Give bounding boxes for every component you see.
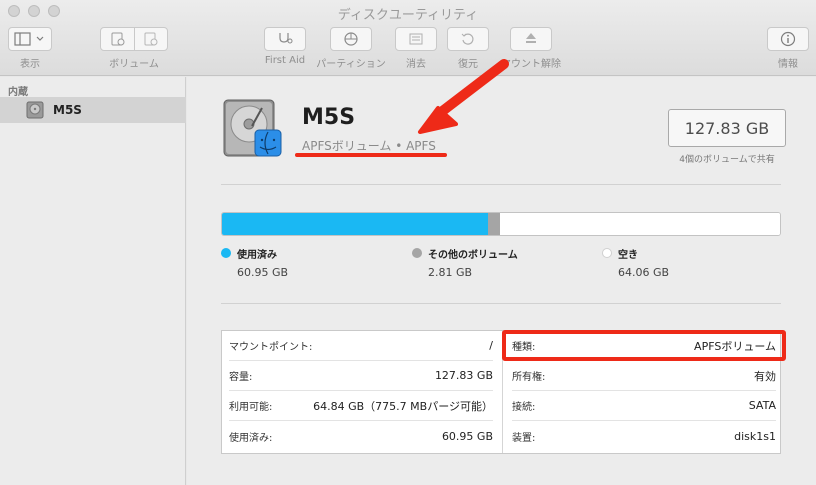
add-volume-button[interactable] bbox=[101, 28, 134, 50]
shared-note: 4個のボリュームで共有 bbox=[679, 155, 775, 165]
info-key: 容量: bbox=[229, 372, 253, 383]
divider-bottom bbox=[221, 303, 781, 304]
info-value: 有効 bbox=[754, 369, 776, 383]
info-label: 情報 bbox=[778, 59, 798, 70]
info-value: 60.95 GB bbox=[441, 429, 493, 443]
info-value: disk1s1 bbox=[734, 429, 776, 443]
info-row-right-2: 接続: SATA bbox=[512, 391, 776, 421]
divider-top bbox=[221, 184, 781, 185]
erase-button[interactable] bbox=[395, 27, 437, 51]
info-row-left-1: 容量: 127.83 GB bbox=[229, 361, 493, 391]
info-row-right-1: 所有権: 有効 bbox=[512, 361, 776, 391]
first-aid-button[interactable] bbox=[264, 27, 306, 51]
info-key: 接続: bbox=[512, 402, 536, 413]
volume-button-group bbox=[100, 27, 168, 51]
unmount-button[interactable] bbox=[510, 27, 552, 51]
legend-value: 2.81 GB bbox=[428, 266, 473, 279]
hard-disk-icon bbox=[26, 101, 44, 119]
window-title: ディスクユーティリティ bbox=[337, 8, 479, 23]
sidebar: 内蔵 M5S bbox=[0, 77, 186, 485]
eject-icon bbox=[526, 33, 536, 43]
info-value: 64.84 GB（775.7 MBパージ可能） bbox=[313, 399, 493, 413]
usage-bar bbox=[221, 212, 781, 236]
restore-button[interactable] bbox=[447, 27, 489, 51]
volume-label: ボリューム bbox=[109, 59, 159, 70]
legend-dot bbox=[221, 248, 231, 258]
volume-title: M5S bbox=[302, 105, 356, 130]
info-value: 127.83 GB bbox=[434, 369, 493, 382]
annotation-underline bbox=[295, 153, 447, 157]
partition-button[interactable] bbox=[330, 27, 372, 51]
sidebar-item-label: M5S bbox=[53, 103, 82, 117]
info-value: SATA bbox=[748, 399, 776, 412]
stethoscope-icon bbox=[279, 33, 293, 44]
volume-disk-icon bbox=[223, 99, 282, 157]
remove-volume-icon bbox=[144, 32, 158, 46]
usage-segment-2 bbox=[500, 213, 780, 235]
usage-segment-1 bbox=[488, 213, 500, 235]
add-volume-icon bbox=[111, 32, 124, 46]
sidebar-toggle-icon bbox=[14, 32, 44, 46]
restore-icon bbox=[461, 33, 474, 45]
info-value: / bbox=[489, 339, 493, 352]
info-row-right-3: 装置: disk1s1 bbox=[512, 421, 776, 451]
sidebar-item-m5s[interactable]: M5S bbox=[0, 97, 186, 123]
info-icon bbox=[780, 31, 796, 47]
info-key: 使用済み: bbox=[229, 432, 273, 444]
info-key: 利用可能: bbox=[229, 402, 273, 413]
partition-icon bbox=[344, 32, 358, 46]
sidebar-heading-internal: 内蔵 bbox=[8, 87, 28, 98]
annotation-highlight-box bbox=[502, 330, 786, 361]
view-button[interactable] bbox=[8, 27, 52, 51]
legend-dot bbox=[602, 248, 612, 258]
legend-value: 60.95 GB bbox=[237, 266, 289, 279]
usage-segment-0 bbox=[222, 213, 488, 235]
info-key: マウントポイント: bbox=[229, 342, 313, 353]
legend-label: 使用済み bbox=[237, 250, 277, 261]
legend-label: その他のボリューム bbox=[428, 250, 518, 261]
info-key: 所有権: bbox=[512, 372, 546, 383]
legend-value: 64.06 GB bbox=[618, 266, 670, 279]
view-label: 表示 bbox=[20, 59, 40, 70]
info-row-left-2: 利用可能: 64.84 GB（775.7 MBパージ可能） bbox=[229, 391, 493, 421]
annotation-arrow bbox=[418, 59, 509, 134]
info-key: 装置: bbox=[512, 432, 536, 444]
partition-label: パーティション bbox=[316, 59, 386, 70]
remove-volume-button[interactable] bbox=[134, 28, 167, 50]
first-aid-label: First Aid bbox=[264, 55, 306, 66]
legend-dot bbox=[412, 248, 422, 258]
info-row-left-0: マウントポイント: / bbox=[229, 331, 493, 361]
legend-label: 空き bbox=[618, 250, 638, 261]
info-button[interactable] bbox=[767, 27, 809, 51]
info-row-left-3: 使用済み: 60.95 GB bbox=[229, 421, 493, 451]
capacity-box: 127.83 GB bbox=[668, 109, 786, 147]
erase-icon bbox=[409, 33, 423, 45]
